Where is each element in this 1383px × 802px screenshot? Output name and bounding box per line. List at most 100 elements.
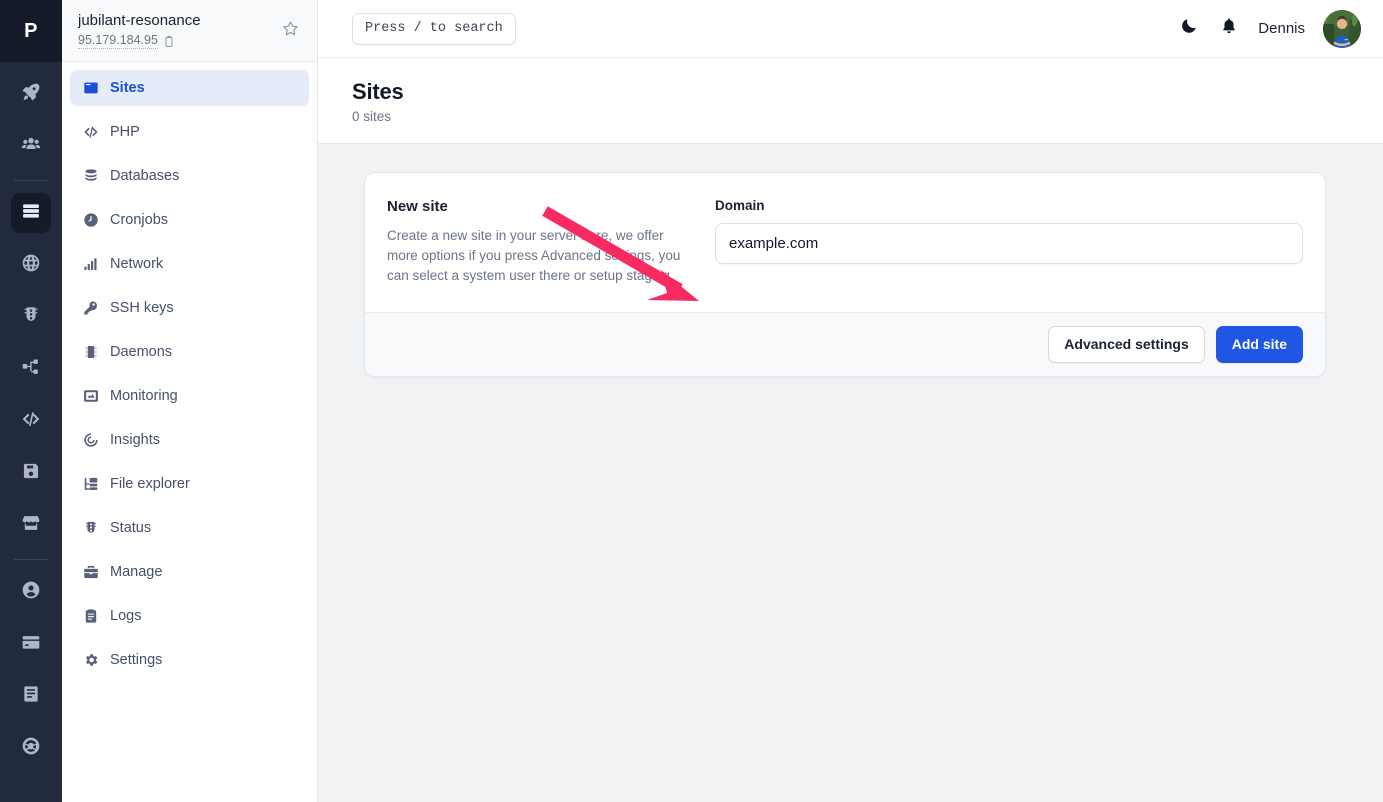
rail-item-network[interactable] xyxy=(11,349,51,389)
rail-item-backups[interactable] xyxy=(11,453,51,493)
add-site-button[interactable]: Add site xyxy=(1215,326,1303,363)
sidebar-item-label: File explorer xyxy=(110,475,190,492)
brand-logo-letter: P xyxy=(24,19,38,42)
sidebar-item-php[interactable]: PHP xyxy=(70,114,309,150)
gear-icon xyxy=(82,652,99,669)
sidebar-item-label: Settings xyxy=(110,651,163,668)
favorite-star-button[interactable] xyxy=(279,20,301,42)
globe-icon xyxy=(21,253,41,278)
rocket-icon xyxy=(21,82,41,107)
rail-item-profile[interactable] xyxy=(11,572,51,612)
sidebar-item-label: Manage xyxy=(110,563,163,580)
server-header: jubilant-resonance 95.179.184.95 xyxy=(62,0,317,62)
topbar-actions: Dennis xyxy=(1178,9,1361,48)
sidebar-item-status[interactable]: Status xyxy=(70,510,309,546)
sidebar-item-file-explorer[interactable]: File explorer xyxy=(70,466,309,502)
new-site-card: New site Create a new site in your serve… xyxy=(364,172,1326,377)
notifications-button[interactable] xyxy=(1218,18,1240,40)
user-photo-avatar xyxy=(1323,9,1361,48)
lifebuoy-icon xyxy=(21,736,41,761)
sidebar-item-label: Sites xyxy=(110,79,145,96)
browser-window-icon xyxy=(82,80,99,97)
rail-item-docs[interactable] xyxy=(11,676,51,716)
main-area: Press / to search Dennis Sites 0 sites N… xyxy=(318,0,1383,802)
rail-item-rocket[interactable] xyxy=(11,74,51,114)
clipboard-icon[interactable] xyxy=(163,35,175,48)
sidebar-item-label: Databases xyxy=(110,167,180,184)
rail-item-support[interactable] xyxy=(11,728,51,768)
rail-item-billing[interactable] xyxy=(11,624,51,664)
secondary-sidebar: jubilant-resonance 95.179.184.95 Sites P… xyxy=(62,0,318,802)
monitor-chart-icon xyxy=(82,388,99,405)
code-icon xyxy=(82,124,99,141)
rail-item-marketplace[interactable] xyxy=(11,505,51,545)
credit-card-icon xyxy=(21,632,41,657)
save-icon xyxy=(21,461,41,486)
toolbox-icon xyxy=(82,564,99,581)
brand-logo[interactable]: P xyxy=(0,0,62,62)
book-icon xyxy=(21,684,41,709)
signal-bars-icon xyxy=(82,256,99,273)
traffic-light-icon xyxy=(82,520,99,537)
new-site-title: New site xyxy=(387,198,448,215)
clock-icon xyxy=(82,212,99,229)
sidebar-item-label: Daemons xyxy=(110,343,173,360)
rail-item-status[interactable] xyxy=(11,297,51,337)
sidebar-item-daemons[interactable]: Daemons xyxy=(70,334,309,370)
sidebar-item-insights[interactable]: Insights xyxy=(70,422,309,458)
advanced-settings-button[interactable]: Advanced settings xyxy=(1048,326,1205,363)
page-header: Sites 0 sites xyxy=(318,58,1383,144)
sitemap-icon xyxy=(21,357,41,382)
store-icon xyxy=(21,513,41,538)
sidebar-item-databases[interactable]: Databases xyxy=(70,158,309,194)
sidebar-item-label: PHP xyxy=(110,123,140,140)
new-site-info: New site Create a new site in your serve… xyxy=(387,197,687,286)
user-name[interactable]: Dennis xyxy=(1258,20,1305,37)
sidebar-item-sites[interactable]: Sites xyxy=(70,70,309,106)
star-icon xyxy=(282,20,299,42)
database-icon xyxy=(82,168,99,185)
server-header-text: jubilant-resonance 95.179.184.95 xyxy=(78,12,279,49)
search-trigger[interactable]: Press / to search xyxy=(352,12,516,45)
sidebar-item-label: Status xyxy=(110,519,152,536)
rail-item-code[interactable] xyxy=(11,401,51,441)
target-icon xyxy=(82,432,99,449)
server-ip-row: 95.179.184.95 xyxy=(78,33,279,49)
domain-input[interactable] xyxy=(715,223,1303,264)
sidebar-item-label: Cronjobs xyxy=(110,211,169,228)
rail-item-domains[interactable] xyxy=(11,245,51,285)
users-icon xyxy=(21,134,41,159)
moon-icon xyxy=(1180,17,1198,40)
avatar[interactable] xyxy=(1323,9,1361,48)
sidebar-item-network[interactable]: Network xyxy=(70,246,309,282)
sidebar-item-monitoring[interactable]: Monitoring xyxy=(70,378,309,414)
domain-label: Domain xyxy=(715,198,765,213)
rail-item-list xyxy=(0,62,62,768)
sidebar-item-label: Network xyxy=(110,255,164,272)
traffic-light-icon xyxy=(21,305,41,330)
sidebar-item-cronjobs[interactable]: Cronjobs xyxy=(70,202,309,238)
rail-item-users[interactable] xyxy=(11,126,51,166)
rail-divider-2 xyxy=(14,559,48,560)
sidebar-item-label: Monitoring xyxy=(110,387,178,404)
sidebar-item-ssh-keys[interactable]: SSH keys xyxy=(70,290,309,326)
sidebar-item-manage[interactable]: Manage xyxy=(70,554,309,590)
new-site-description: Create a new site in your server here, w… xyxy=(387,228,681,283)
rail-item-servers[interactable] xyxy=(11,193,51,233)
topbar: Press / to search Dennis xyxy=(318,0,1383,58)
dark-mode-toggle[interactable] xyxy=(1178,18,1200,40)
user-circle-icon xyxy=(21,580,41,605)
sidebar-item-settings[interactable]: Settings xyxy=(70,642,309,678)
server-icon xyxy=(21,201,41,226)
new-site-card-footer: Advanced settings Add site xyxy=(365,312,1325,376)
app-root: P jubilant-resonance 95.179.184.95 Sites… xyxy=(0,0,1383,802)
sidebar-item-label: Logs xyxy=(110,607,142,624)
new-site-form: Domain xyxy=(715,197,1303,286)
sidebar-item-logs[interactable]: Logs xyxy=(70,598,309,634)
sidebar-item-label: Insights xyxy=(110,431,160,448)
sidebar-nav: Sites PHP Databases Cronjobs Network SSH… xyxy=(62,62,317,694)
server-ip[interactable]: 95.179.184.95 xyxy=(78,33,158,49)
bell-icon xyxy=(1220,17,1238,40)
page-subtitle: 0 sites xyxy=(352,109,392,124)
key-icon xyxy=(82,300,99,317)
